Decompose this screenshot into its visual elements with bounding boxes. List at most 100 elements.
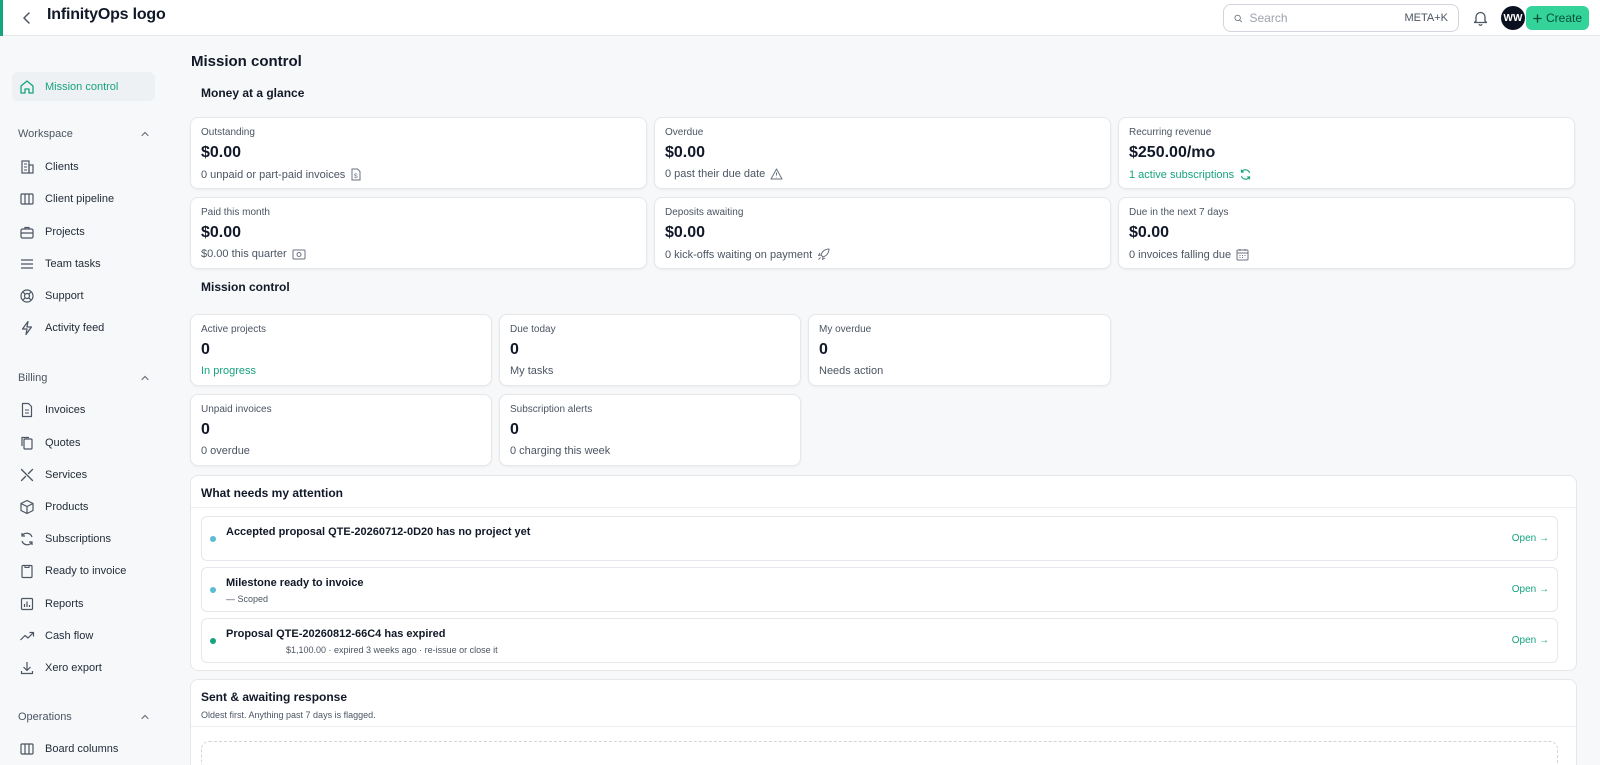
sidebar-item-team-tasks[interactable]: Team tasks — [12, 249, 155, 278]
sidebar-item-ready-to-invoice[interactable]: Ready to invoice — [12, 556, 155, 585]
card-value: $0.00 — [665, 144, 706, 161]
section-toggle-workspace[interactable]: Workspace — [18, 126, 150, 142]
create-button[interactable]: Create — [1526, 6, 1589, 30]
columns-icon — [18, 190, 36, 208]
card-active-projects[interactable]: Active projects 0 In progress — [190, 314, 492, 386]
chevron-up-icon — [141, 714, 149, 720]
sidebar-item-label: Reports — [45, 597, 84, 610]
card-label: Recurring revenue — [1129, 127, 1212, 138]
sidebar-item-label: Ready to invoice — [45, 564, 127, 577]
card-subtext-label: 0 unpaid or part-paid invoices — [201, 168, 346, 181]
refresh-icon — [18, 530, 36, 548]
sidebar-item-clients[interactable]: Clients — [12, 152, 155, 181]
card-value: 0 — [201, 421, 210, 438]
building-icon — [18, 158, 36, 176]
sidebar-item-board-columns[interactable]: Board columns — [12, 734, 155, 763]
card-value: 0 — [819, 341, 828, 358]
card-label: Subscription alerts — [510, 404, 593, 415]
trend-icon — [18, 627, 36, 645]
card-subscription-alerts[interactable]: Subscription alerts 0 0 charging this we… — [499, 394, 801, 466]
card-due-next-7-days[interactable]: Due in the next 7 days $0.00 0 invoices … — [1118, 197, 1575, 269]
search-shortcut: META+K — [1404, 12, 1448, 24]
card-outstanding[interactable]: Outstanding $0.00 0 unpaid or part-paid … — [190, 117, 647, 189]
card-deposits-awaiting[interactable]: Deposits awaiting $0.00 0 kick-offs wait… — [654, 197, 1111, 269]
card-subtext: 0 past their due date — [665, 168, 1100, 180]
sidebar-item-products[interactable]: Products — [12, 492, 155, 521]
card-subtext-label: 0 invoices falling due — [1129, 248, 1232, 261]
sidebar-item-support[interactable]: Support — [12, 281, 155, 310]
svg-text:$: $ — [354, 173, 358, 180]
sidebar-item-label: Xero export — [45, 661, 102, 674]
attention-item[interactable]: Milestone ready to invoice — Scoped Open… — [201, 567, 1558, 612]
attention-item[interactable]: Proposal QTE-20260812-66C4 has expired $… — [201, 618, 1558, 663]
card-value: 0 — [510, 341, 519, 358]
sidebar-item-label: Services — [45, 468, 88, 481]
open-link[interactable]: Open → — [1512, 584, 1549, 595]
dollar-file-icon: $ — [351, 168, 361, 181]
card-unpaid-invoices[interactable]: Unpaid invoices 0 0 overdue — [190, 394, 492, 466]
sidebar-item-xero-export[interactable]: Xero export — [12, 653, 155, 682]
card-overdue[interactable]: Overdue $0.00 0 past their due date — [654, 117, 1111, 189]
sidebar-item-subscriptions[interactable]: Subscriptions — [12, 524, 155, 553]
sidebar-item-label: Client pipeline — [45, 192, 115, 205]
sidebar-item-label: Quotes — [45, 436, 81, 449]
refresh-icon — [1241, 169, 1251, 180]
sidebar-item-label: Board columns — [45, 742, 119, 755]
board-icon — [18, 740, 36, 758]
back-button[interactable] — [18, 9, 36, 27]
card-label: Unpaid invoices — [201, 404, 272, 415]
card-subtext: 0 invoices falling due — [1129, 248, 1564, 261]
sidebar-item-cash-flow[interactable]: Cash flow — [12, 621, 155, 650]
sidebar-item-label: Support — [45, 289, 84, 302]
card-subtext: 0 unpaid or part-paid invoices $ — [201, 168, 636, 181]
card-paid-this-month[interactable]: Paid this month $0.00 $0.00 this quarter — [190, 197, 647, 269]
section-title: Operations — [18, 711, 72, 723]
status-dot — [210, 638, 216, 644]
card-value: $0.00 — [665, 224, 706, 241]
card-value: $0.00 — [201, 224, 242, 241]
sidebar-item-reports[interactable]: Reports — [12, 589, 155, 618]
section-toggle-billing[interactable]: Billing — [18, 370, 150, 386]
card-subtext: $0.00 this quarter — [201, 248, 636, 260]
sidebar-item-label: Team tasks — [45, 257, 101, 270]
card-my-overdue[interactable]: My overdue 0 Needs action — [808, 314, 1111, 386]
card-subtext: 0 overdue — [201, 445, 250, 457]
status-dot — [210, 536, 216, 542]
search-input[interactable] — [1249, 11, 1405, 25]
attention-title: What needs my attention — [201, 486, 344, 500]
sidebar-item-mission-control[interactable]: Mission control — [12, 72, 155, 101]
open-link[interactable]: Open → — [1512, 533, 1549, 544]
open-link[interactable]: Open → — [1512, 635, 1549, 646]
sidebar-item-services[interactable]: Services — [12, 460, 155, 489]
attention-item-subtitle: $1,100.00 · expired 3 weeks ago · re-iss… — [286, 645, 498, 655]
card-recurring-revenue[interactable]: Recurring revenue $250.00/mo 1 active su… — [1118, 117, 1575, 189]
money-section-title: Money at a glance — [201, 86, 305, 100]
sidebar-item-invoices[interactable]: Invoices — [12, 395, 155, 424]
card-due-today[interactable]: Due today 0 My tasks — [499, 314, 801, 386]
card-subtext: My tasks — [510, 365, 554, 377]
sidebar-item-activity-feed[interactable]: Activity feed — [12, 313, 155, 342]
sidebar-item-label: Products — [45, 500, 89, 513]
chevron-left-icon — [23, 12, 30, 24]
sidebar-item-label: Invoices — [45, 403, 86, 416]
sidebar-item-quotes[interactable]: Quotes — [12, 428, 155, 457]
card-label: Paid this month — [201, 207, 270, 218]
card-subtext: 1 active subscriptions — [1129, 168, 1564, 181]
search-box[interactable]: META+K — [1223, 4, 1459, 32]
app-logo[interactable]: InfinityOps logo — [47, 6, 166, 24]
box-icon — [18, 498, 36, 516]
section-toggle-operations[interactable]: Operations — [18, 709, 150, 725]
notifications-button[interactable] — [1470, 8, 1490, 28]
sidebar-item-label: Mission control — [45, 80, 119, 93]
user-avatar[interactable]: WW — [1501, 6, 1525, 30]
sidebar-item-client-pipeline[interactable]: Client pipeline — [12, 184, 155, 213]
accent-strip — [0, 0, 3, 36]
sidebar-item-label: Activity feed — [45, 321, 105, 334]
card-subtext: 0 charging this week — [510, 445, 611, 457]
attention-item-title: Accepted proposal QTE-20260712-0D20 has … — [226, 526, 531, 538]
card-subtext: Needs action — [819, 365, 884, 377]
sidebar-item-projects[interactable]: Projects — [12, 217, 155, 246]
bell-icon — [1473, 11, 1487, 26]
attention-item[interactable]: Accepted proposal QTE-20260712-0D20 has … — [201, 516, 1558, 561]
clipboard-icon — [18, 562, 36, 580]
